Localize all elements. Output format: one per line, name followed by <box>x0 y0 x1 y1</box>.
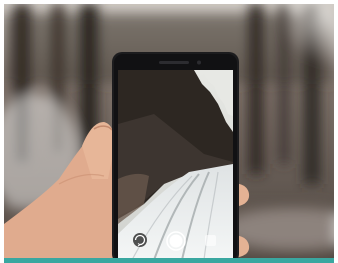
accent-bar <box>4 258 334 263</box>
photo-frame <box>4 4 334 258</box>
gallery-icon[interactable] <box>205 235 216 246</box>
phone-screen <box>118 70 233 258</box>
camera-switch-icon[interactable] <box>133 233 147 247</box>
shutter-button[interactable] <box>166 231 186 251</box>
scene-image <box>4 4 334 258</box>
